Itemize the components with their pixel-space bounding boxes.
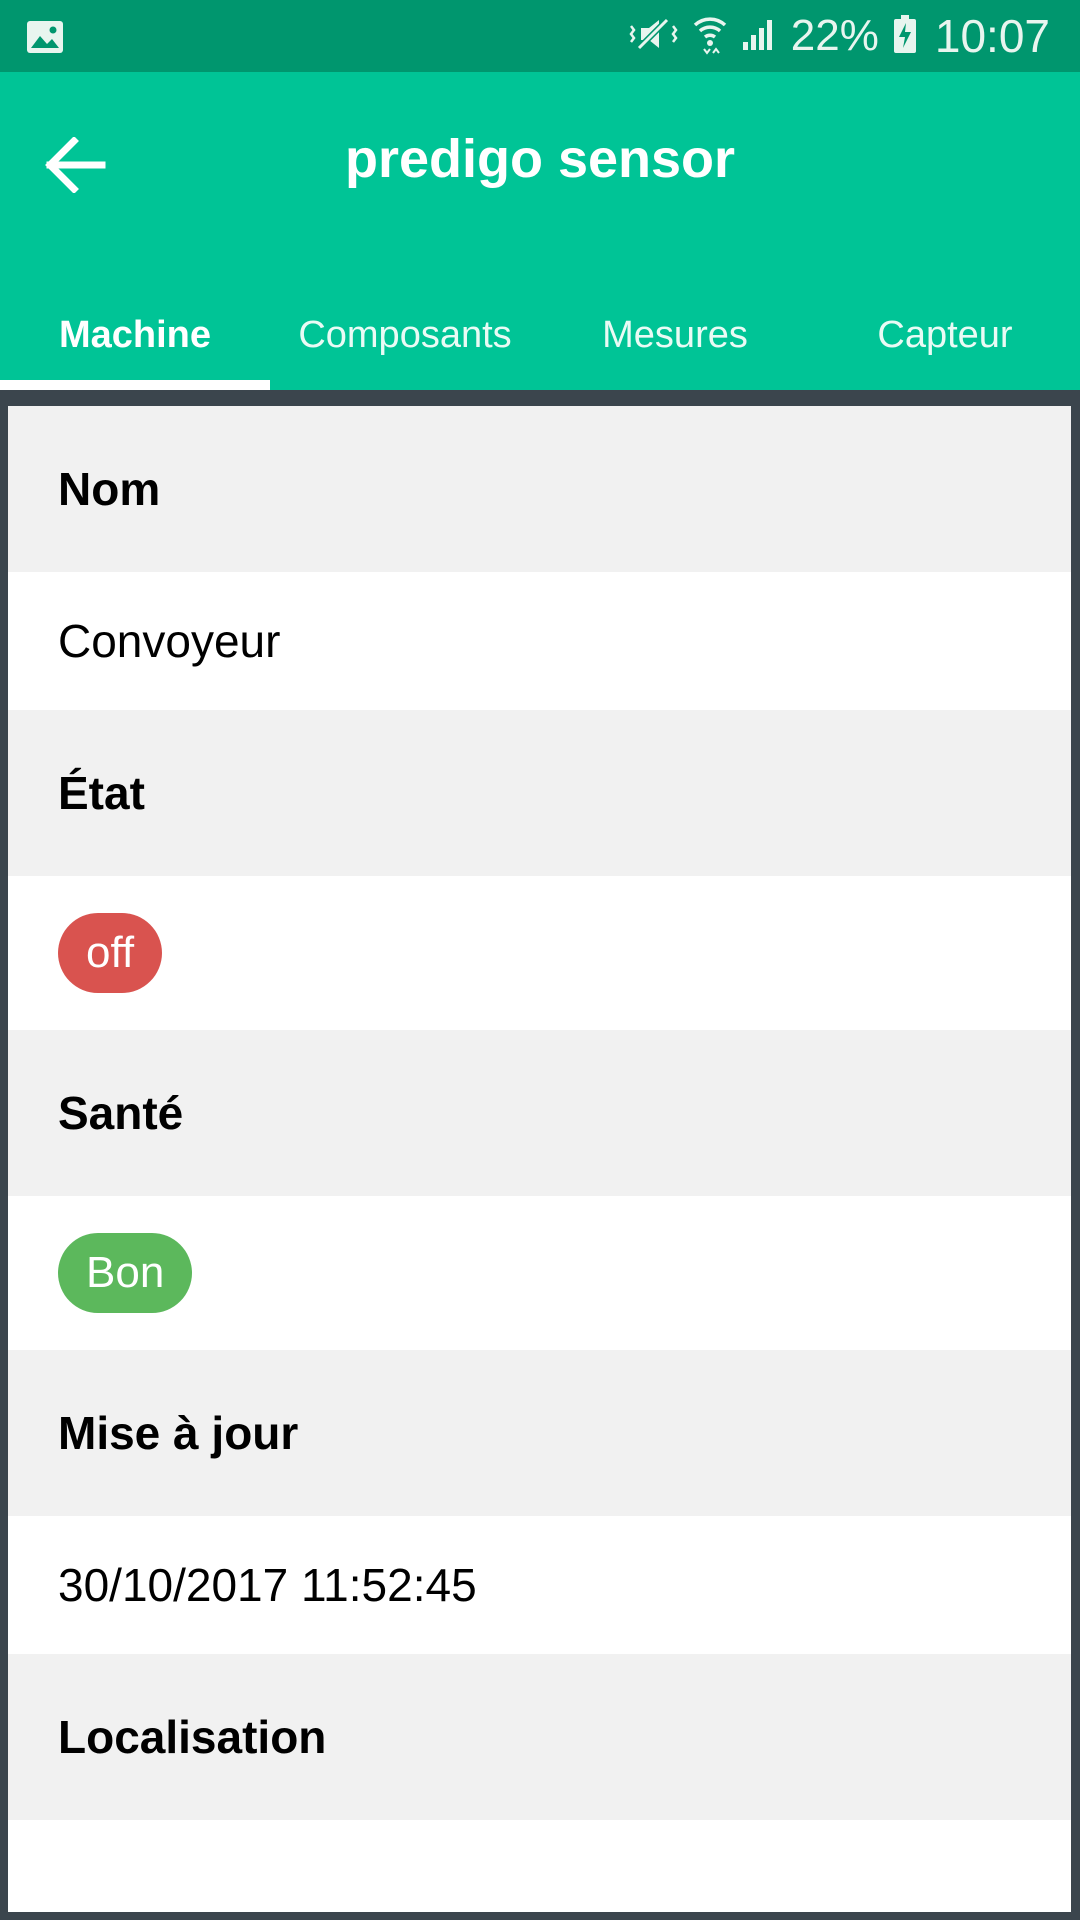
sante-value-row: Bon bbox=[8, 1196, 1071, 1350]
mute-vibrate-icon bbox=[627, 14, 679, 59]
wifi-icon bbox=[693, 13, 727, 60]
sante-label: Santé bbox=[8, 1030, 1071, 1196]
etat-label: État bbox=[8, 710, 1071, 876]
tab-bar: Machine Composants Mesures Capteur bbox=[0, 280, 1080, 390]
status-badge: off bbox=[58, 913, 163, 993]
status-bar: 22% 10:07 bbox=[0, 0, 1080, 72]
tab-composants[interactable]: Composants bbox=[270, 280, 540, 390]
tab-indicator bbox=[0, 380, 270, 390]
tab-label: Capteur bbox=[877, 313, 1013, 356]
tab-capteur[interactable]: Capteur bbox=[810, 280, 1080, 390]
tab-machine[interactable]: Machine bbox=[0, 280, 270, 390]
page-title: predigo sensor bbox=[344, 129, 736, 189]
app-bar: predigo sensor Machine Composants Mesure… bbox=[0, 72, 1080, 390]
localisation-value bbox=[8, 1820, 1071, 1912]
mise-a-jour-label: Mise à jour bbox=[8, 1350, 1071, 1516]
etat-value-row: off bbox=[8, 876, 1071, 1030]
mise-a-jour-value: 30/10/2017 11:52:45 bbox=[8, 1516, 1071, 1654]
battery-percent: 22% bbox=[790, 11, 879, 60]
machine-details-card: Nom Convoyeur État off Santé Bon Mise à … bbox=[8, 406, 1071, 1912]
clock: 10:07 bbox=[934, 10, 1050, 62]
gallery-icon bbox=[26, 20, 64, 54]
health-badge: Bon bbox=[58, 1233, 193, 1313]
tab-label: Machine bbox=[58, 313, 212, 356]
tab-mesures[interactable]: Mesures bbox=[540, 280, 810, 390]
battery-charging-icon bbox=[893, 14, 917, 59]
tab-label: Composants bbox=[298, 313, 512, 356]
tab-label: Mesures bbox=[602, 313, 748, 356]
localisation-label: Localisation bbox=[8, 1654, 1071, 1820]
nom-label: Nom bbox=[8, 406, 1071, 572]
nom-value: Convoyeur bbox=[8, 572, 1071, 710]
signal-icon bbox=[741, 16, 777, 57]
